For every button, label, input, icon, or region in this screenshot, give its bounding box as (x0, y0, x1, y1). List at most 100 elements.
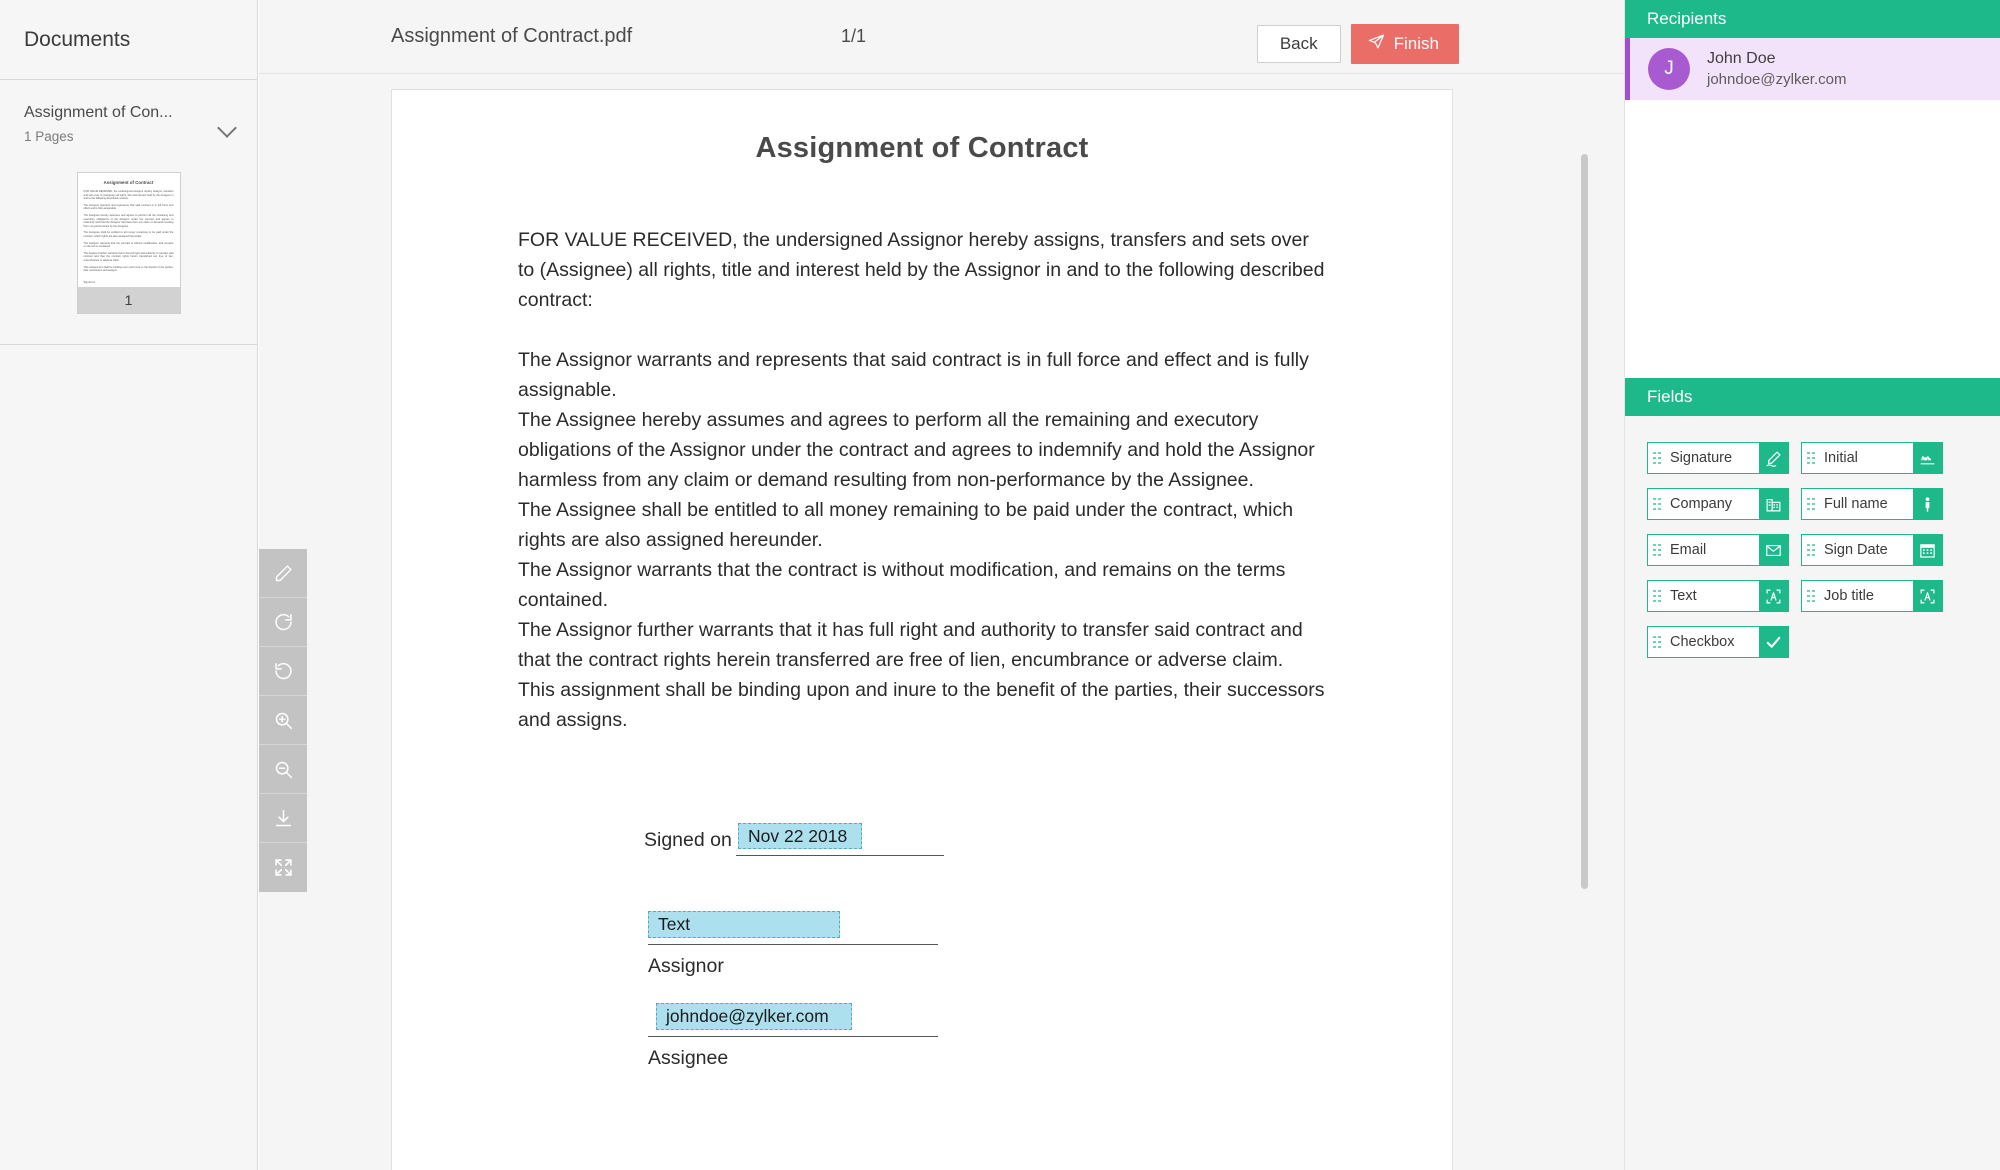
assignor-caption: Assignor (648, 955, 724, 977)
document-paragraph: The Assignee shall be entitled to all mo… (518, 499, 1294, 551)
assignor-row: Text Assignor (518, 883, 1326, 995)
assignee-caption: Assignee (648, 1047, 729, 1069)
document-entry[interactable]: Assignment of Con... 1 Pages Assignment … (0, 80, 257, 345)
document-paragraph: The Assignor warrants and represents tha… (518, 349, 1309, 401)
field-chip-label: Company (1670, 496, 1733, 512)
document-paragraph: FOR VALUE RECEIVED, the undersigned Assi… (518, 229, 1325, 311)
thumbnail-paragraph: The Assignor warrants and represents tha… (83, 203, 174, 211)
sign-date-field[interactable]: Nov 22 2018 (738, 823, 862, 849)
field-chip-initial[interactable]: Initial (1801, 442, 1943, 474)
assignor-rule (648, 944, 938, 945)
document-entry-header[interactable]: Assignment of Con... 1 Pages (0, 102, 257, 144)
drag-handle-icon[interactable] (1802, 443, 1820, 473)
text-box-icon (1913, 581, 1942, 611)
zoom-in-icon[interactable] (259, 696, 307, 745)
document-paragraph: The Assignee hereby assumes and agrees t… (518, 409, 1315, 491)
viewer-file-name: Assignment of Contract.pdf (391, 25, 633, 47)
viewer-toolbar (259, 549, 307, 892)
assignee-rule (648, 1036, 938, 1037)
recipient-name: John Doe (1707, 49, 1776, 67)
field-chip-email[interactable]: Email (1647, 534, 1789, 566)
field-chip-label: Job title (1824, 588, 1874, 604)
viewer-scrollbar[interactable] (1581, 154, 1588, 889)
field-chip-label: Text (1670, 588, 1697, 604)
signed-on-row: Signed on Nov 22 2018 (518, 821, 1326, 883)
drag-handle-icon[interactable] (1648, 489, 1666, 519)
field-chip-signature[interactable]: Signature (1647, 442, 1789, 474)
field-chip-label: Signature (1670, 450, 1733, 466)
checkmark-icon (1759, 627, 1788, 657)
drag-handle-icon[interactable] (1648, 581, 1666, 611)
assignee-row: johndoe@zylker.com Assignee (518, 995, 1326, 1095)
fields-header: Fields (1625, 378, 2000, 416)
recipient-row[interactable]: J John Doe johndoe@zylker.com (1625, 38, 2000, 100)
field-chip-company[interactable]: Company (1647, 488, 1789, 520)
esign-editor: Documents Assignment of Con... 1 Pages A… (0, 0, 2000, 1170)
fullscreen-icon[interactable] (259, 843, 307, 892)
page-thumbnail-preview: Assignment of Contract FOR VALUE RECEIVE… (78, 173, 180, 287)
thumbnail-paragraph: This assignment shall be binding upon an… (83, 265, 174, 273)
signature-pen-icon (1759, 443, 1788, 473)
document-paragraph: This assignment shall be binding upon an… (518, 679, 1325, 731)
drag-handle-icon[interactable] (1648, 627, 1666, 657)
drag-handle-icon[interactable] (1648, 443, 1666, 473)
download-icon[interactable] (259, 794, 307, 843)
drag-handle-icon[interactable] (1802, 535, 1820, 565)
rotate-clockwise-icon[interactable] (259, 598, 307, 647)
drag-handle-icon[interactable] (1648, 535, 1666, 565)
field-chip-checkbox[interactable]: Checkbox (1647, 626, 1789, 658)
envelope-icon (1759, 535, 1788, 565)
drag-handle-icon[interactable] (1802, 581, 1820, 611)
field-chip-label: Initial (1824, 450, 1858, 466)
document-page[interactable]: Assignment of Contract FOR VALUE RECEIVE… (392, 90, 1452, 1170)
rotate-counterclockwise-icon[interactable] (259, 647, 307, 696)
document-paragraph: The Assignor further warrants that it ha… (518, 619, 1303, 671)
thumbnail-paragraph: The Assignor warrants that the contract … (83, 241, 174, 249)
field-chip-full-name[interactable]: Full name (1801, 488, 1943, 520)
drag-handle-icon[interactable] (1802, 489, 1820, 519)
zoom-out-icon[interactable] (259, 745, 307, 794)
fields-section: Fields Signature Initial Company Full na… (1625, 378, 2000, 1170)
fields-grid: Signature Initial Company Full name Emai… (1625, 416, 2000, 658)
finish-button[interactable]: Finish (1350, 24, 1459, 64)
recipients-header: Recipients (1625, 0, 2000, 38)
document-entry-pagecount: 1 Pages (24, 129, 74, 144)
documents-title: Documents (24, 27, 131, 51)
document-paragraph: The Assignor warrants that the contract … (518, 559, 1286, 611)
page-thumbnail[interactable]: Assignment of Contract FOR VALUE RECEIVE… (76, 172, 181, 314)
thumbnail-title: Assignment of Contract (103, 180, 154, 185)
document-viewer: Assignment of Contract.pdf 1/1 Back Fini… (259, 0, 1624, 1170)
page-thumbnail-wrap: Assignment of Contract FOR VALUE RECEIVE… (0, 144, 257, 344)
email-field[interactable]: johndoe@zylker.com (656, 1003, 852, 1030)
document-entry-name: Assignment of Con... (24, 104, 173, 121)
edit-icon[interactable] (259, 549, 307, 598)
finish-button-label: Finish (1393, 34, 1439, 53)
send-icon (1368, 33, 1385, 55)
thumbnail-page-number: 1 (77, 287, 180, 313)
field-chip-label: Full name (1824, 496, 1888, 512)
document-body: FOR VALUE RECEIVED, the undersigned Assi… (392, 225, 1452, 735)
field-chip-label: Sign Date (1824, 542, 1888, 558)
chevron-down-icon[interactable] (217, 118, 239, 140)
recipients-section: Recipients J John Doe johndoe@zylker.com (1625, 0, 2000, 378)
field-chip-label: Email (1670, 542, 1707, 558)
field-chip-label: Checkbox (1670, 634, 1735, 650)
building-icon (1759, 489, 1788, 519)
initial-scribble-icon (1913, 443, 1942, 473)
thumbnail-paragraph: The Assignor further warrants that it ha… (83, 251, 174, 262)
right-panel: Recipients J John Doe johndoe@zylker.com… (1624, 0, 2000, 1170)
field-chip-job-title[interactable]: Job title (1801, 580, 1943, 612)
text-field[interactable]: Text (648, 911, 840, 938)
thumbnail-paragraph: The Assignee hereby assumes and agrees t… (83, 213, 174, 228)
thumbnail-paragraph: The Assignee shall be entitled to all mo… (83, 231, 174, 238)
person-icon (1913, 489, 1942, 519)
avatar: J (1648, 48, 1690, 90)
field-chip-text[interactable]: Text (1647, 580, 1789, 612)
field-chip-sign-date[interactable]: Sign Date (1801, 534, 1943, 566)
signature-block: Signed on Nov 22 2018 Text Assignor john… (392, 821, 1452, 1095)
document-heading: Assignment of Contract (755, 132, 1089, 164)
back-button[interactable]: Back (1256, 25, 1341, 63)
recipient-texts: John Doe johndoe@zylker.com (1707, 49, 1846, 90)
documents-sidebar: Documents Assignment of Con... 1 Pages A… (0, 0, 258, 1170)
